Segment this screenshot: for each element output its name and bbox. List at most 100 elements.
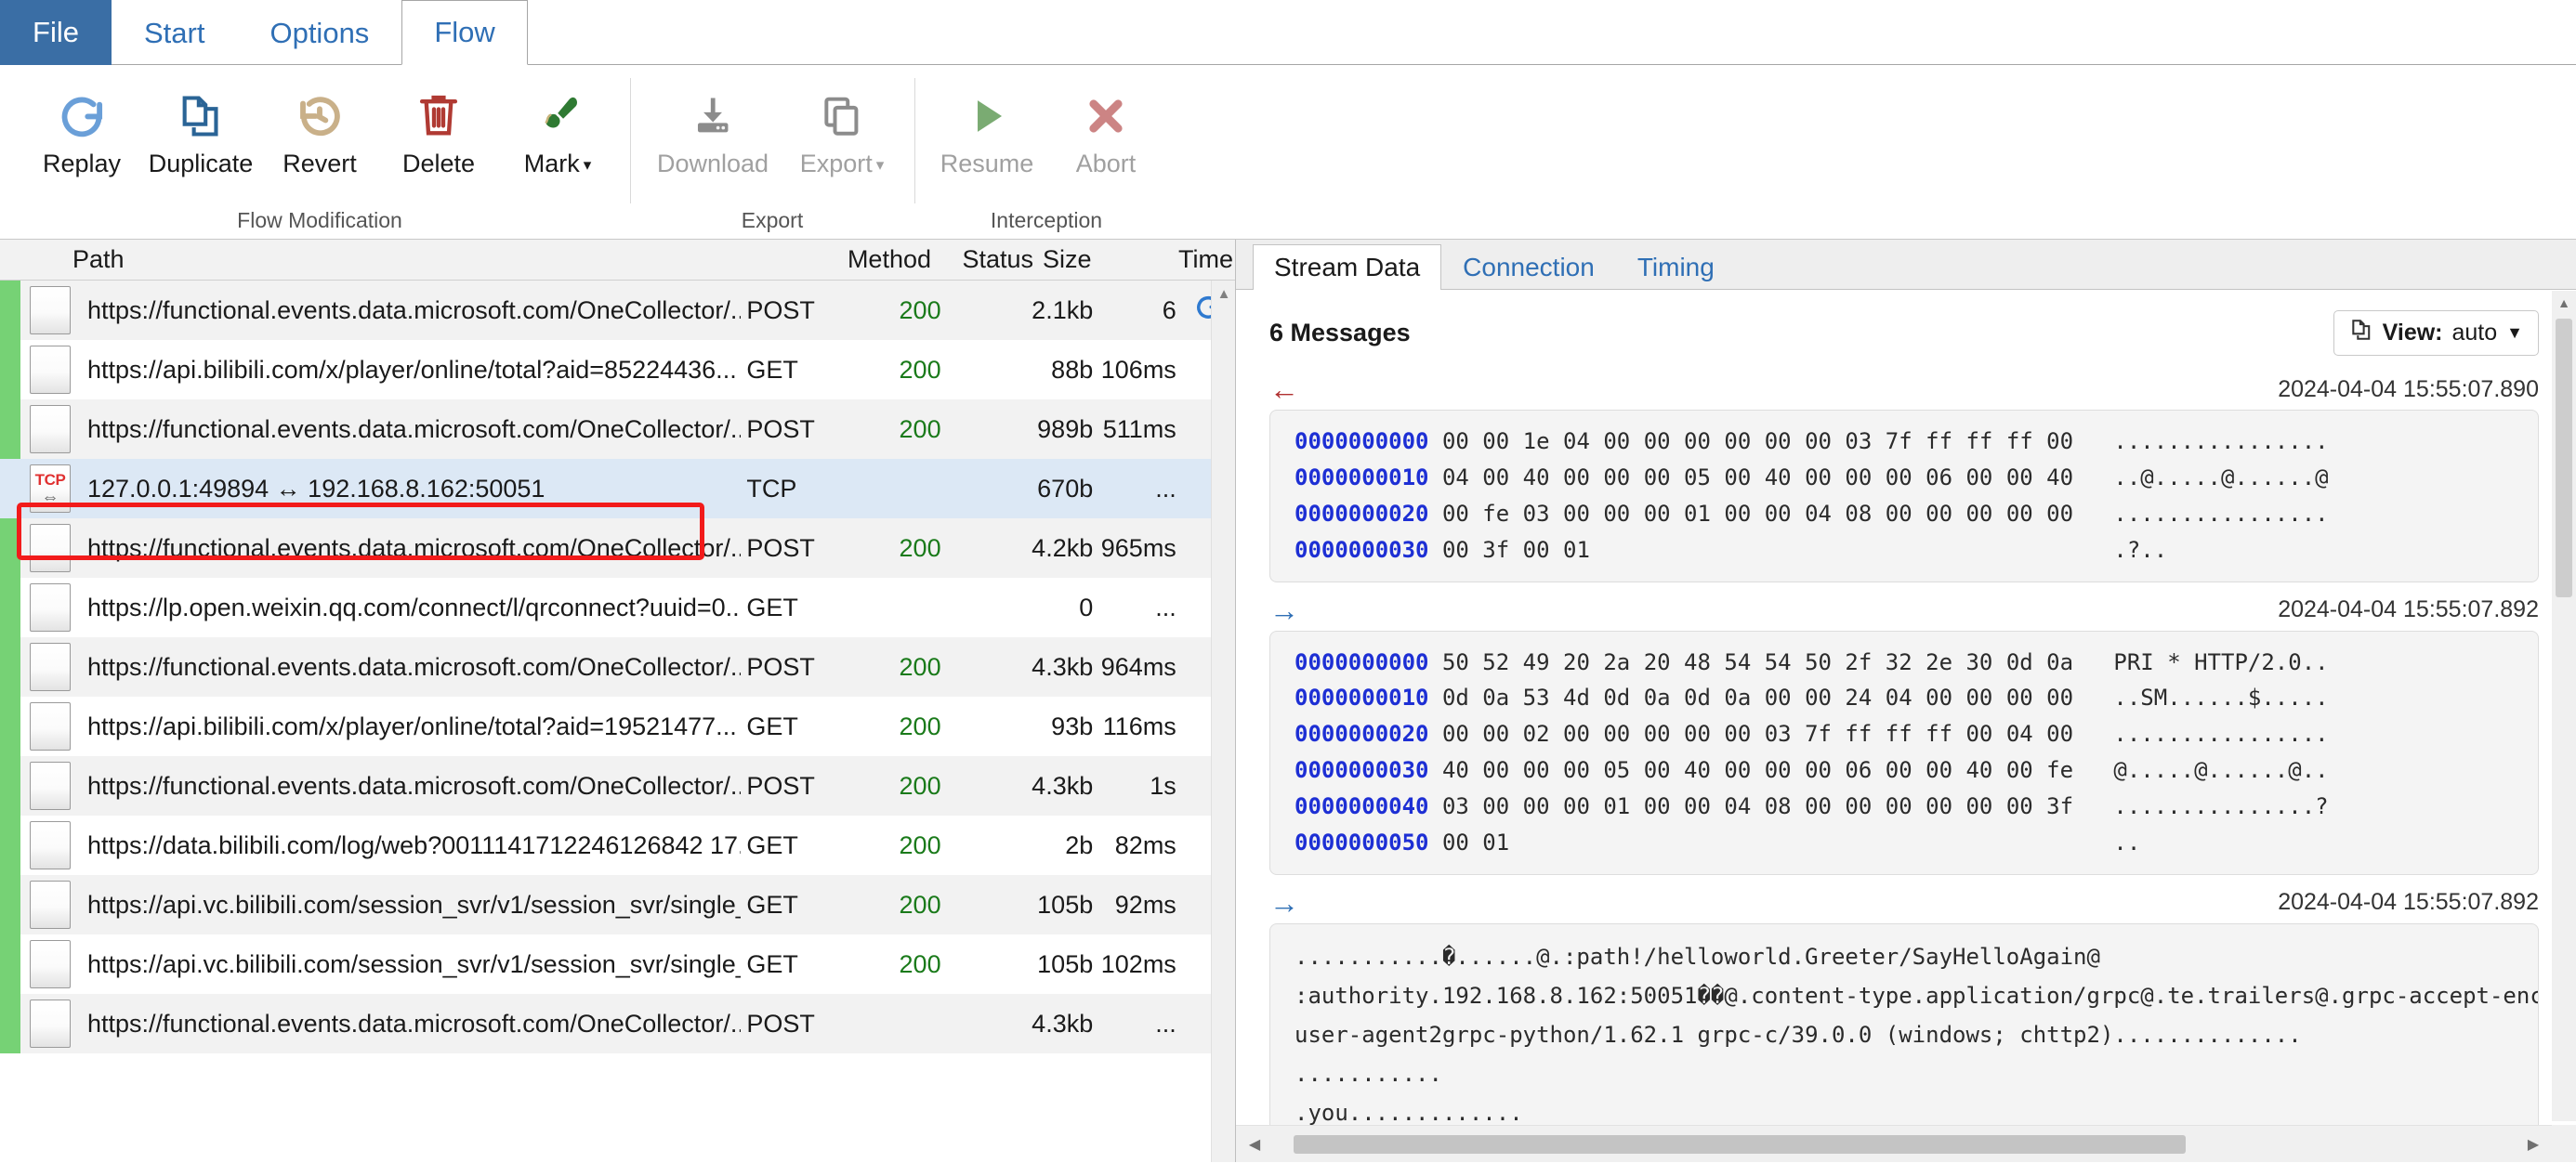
download-button[interactable]: Download [643,78,782,179]
table-row[interactable]: https://api.bilibili.com/x/player/online… [0,697,1235,756]
abort-button[interactable]: Abort [1046,78,1165,179]
cell-status: 200 [899,652,941,681]
flow-list-body: https://functional.events.data.microsoft… [0,281,1235,1162]
scrollbar-thumb[interactable] [1294,1134,2186,1154]
tab-file-underline [0,64,112,65]
detail-horizontal-scrollbar[interactable]: ◀ ▶ [1236,1125,2552,1162]
column-header-status[interactable]: Status [931,245,1033,274]
row-status-marker [0,934,20,994]
flow-list-scrollbar[interactable]: ▲ [1211,281,1235,1162]
hex-dump[interactable]: 0000000000 00 00 1e 04 00 00 00 00 00 00… [1269,410,2539,582]
cell-time: 965ms [1100,533,1176,562]
table-row[interactable]: TCP ⇔ 127.0.0.1:49894 ↔ 192.168.8.162:5005… [0,459,1235,518]
table-row[interactable]: https://functional.events.data.microsoft… [0,756,1235,816]
cell-method: TCP [746,474,797,503]
flow-doc-icon [30,643,71,691]
replay-button[interactable]: Replay [22,78,141,179]
cell-method: POST [746,533,815,562]
row-status-marker [0,340,20,399]
table-row[interactable]: https://lp.open.weixin.qq.com/connect/l/… [0,578,1235,637]
table-row[interactable]: https://api.vc.bilibili.com/session_svr/… [0,934,1235,994]
flow-rows-container: https://functional.events.data.microsoft… [0,281,1235,1053]
revert-icon [295,88,345,144]
cell-time: 116ms [1102,712,1176,740]
cell-path: https://lp.open.weixin.qq.com/connect/l/… [87,593,742,621]
cell-size: 93b [1051,712,1094,740]
cell-status: 200 [899,712,941,740]
scroll-left-icon[interactable]: ◀ [1236,1126,1273,1163]
column-header-size[interactable]: Size [1033,245,1140,274]
group-title-flow-modification: Flow Modification [237,208,402,232]
chevron-down-icon: ▾ [583,155,592,174]
revert-button[interactable]: Revert [260,78,379,179]
flow-doc-icon [30,940,71,988]
table-row[interactable]: https://functional.events.data.microsoft… [0,399,1235,459]
tab-stream-data[interactable]: Stream Data [1253,244,1442,290]
scroll-right-icon[interactable]: ▶ [2515,1126,2552,1163]
stream-data-body: 6 Messages View: auto ▼ ← 2024-04-04 15:5… [1236,290,2576,1162]
cell-size: 4.2kb [1032,533,1094,562]
detail-vertical-scrollbar[interactable]: ▲ [2552,291,2576,1121]
flow-doc-icon [30,524,71,572]
tab-flow[interactable]: Flow [401,0,528,65]
export-button[interactable]: Export ▾ [782,78,901,179]
flow-doc-icon [30,821,71,869]
tab-options[interactable]: Options [237,0,401,65]
cell-path: https://functional.events.data.microsoft… [87,1009,742,1038]
scroll-up-icon[interactable]: ▲ [2552,291,2576,315]
table-row[interactable]: https://functional.events.data.microsoft… [0,518,1235,578]
view-mode-button[interactable]: View: auto ▼ [2333,310,2539,356]
row-status-marker [0,281,20,340]
mark-button[interactable]: Mark ▾ [498,78,617,179]
cell-path: https://api.vc.bilibili.com/session_svr/… [87,890,742,919]
cell-size: 4.3kb [1032,652,1094,681]
cell-status: 200 [899,295,941,324]
cell-size: 105b [1037,890,1094,919]
tab-file[interactable]: File [0,0,112,65]
mark-label: Mark ▾ [524,150,592,178]
ribbon-tab-bar: File Start Options Flow [0,0,2576,65]
cell-path: https://data.bilibili.com/log/web?001114… [87,830,742,859]
scroll-up-icon[interactable]: ▲ [1212,281,1235,307]
text-dump[interactable]: ...........�......@.:path!/helloworld.Gr… [1269,922,2539,1146]
scrollbar-track[interactable] [1273,1126,2515,1163]
cell-size: 670b [1037,474,1094,503]
messages-container: ← 2024-04-04 15:55:07.890 0000000000 00 00… [1269,369,2539,1146]
tab-timing[interactable]: Timing [1616,244,1736,289]
cell-path: https://functional.events.data.microsoft… [87,652,742,681]
hex-dump[interactable]: 0000000000 50 52 49 20 2a 20 48 54 54 50… [1269,630,2539,875]
tab-start[interactable]: Start [112,0,237,65]
tab-connection[interactable]: Connection [1441,244,1616,289]
cell-time: 1s [1150,771,1176,800]
cell-status: 200 [899,830,941,859]
cell-status: 200 [899,533,941,562]
row-status-marker [0,459,20,518]
resume-button[interactable]: Resume [927,78,1046,179]
table-row[interactable]: https://functional.events.data.microsoft… [0,637,1235,697]
table-row[interactable]: https://functional.events.data.microsoft… [0,994,1235,1053]
flow-doc-icon [30,346,71,394]
export-icon [819,88,865,144]
scrollbar-thumb[interactable] [2556,319,2572,597]
arrow-outgoing-icon: → [1269,885,1299,920]
column-header-method[interactable]: Method [771,245,931,274]
column-header-path[interactable]: Path [0,245,771,274]
cell-status: 200 [899,949,941,978]
download-label: Download [656,150,769,177]
stream-message: → 2024-04-04 15:55:07.892 0000000000 50 52… [1269,590,2539,875]
table-row[interactable]: https://data.bilibili.com/log/web?001114… [0,816,1235,875]
duplicate-label: Duplicate [148,150,254,177]
duplicate-button[interactable]: Duplicate [141,78,260,179]
delete-button[interactable]: Delete [379,78,498,179]
table-row[interactable]: https://api.bilibili.com/x/player/online… [0,340,1235,399]
tcp-icon: TCP ⇔ [30,464,71,513]
cell-size: 4.3kb [1032,1009,1094,1038]
column-header-time[interactable]: Time [1140,245,1233,274]
flow-doc-icon [30,1000,71,1048]
mark-label-text: Mark [523,150,580,177]
stream-data-toolbar: 6 Messages View: auto ▼ [1269,310,2539,356]
arrow-outgoing-icon: → [1269,593,1299,627]
cell-size: 88b [1051,355,1094,384]
table-row[interactable]: https://functional.events.data.microsoft… [0,281,1235,340]
table-row[interactable]: https://api.vc.bilibili.com/session_svr/… [0,875,1235,934]
